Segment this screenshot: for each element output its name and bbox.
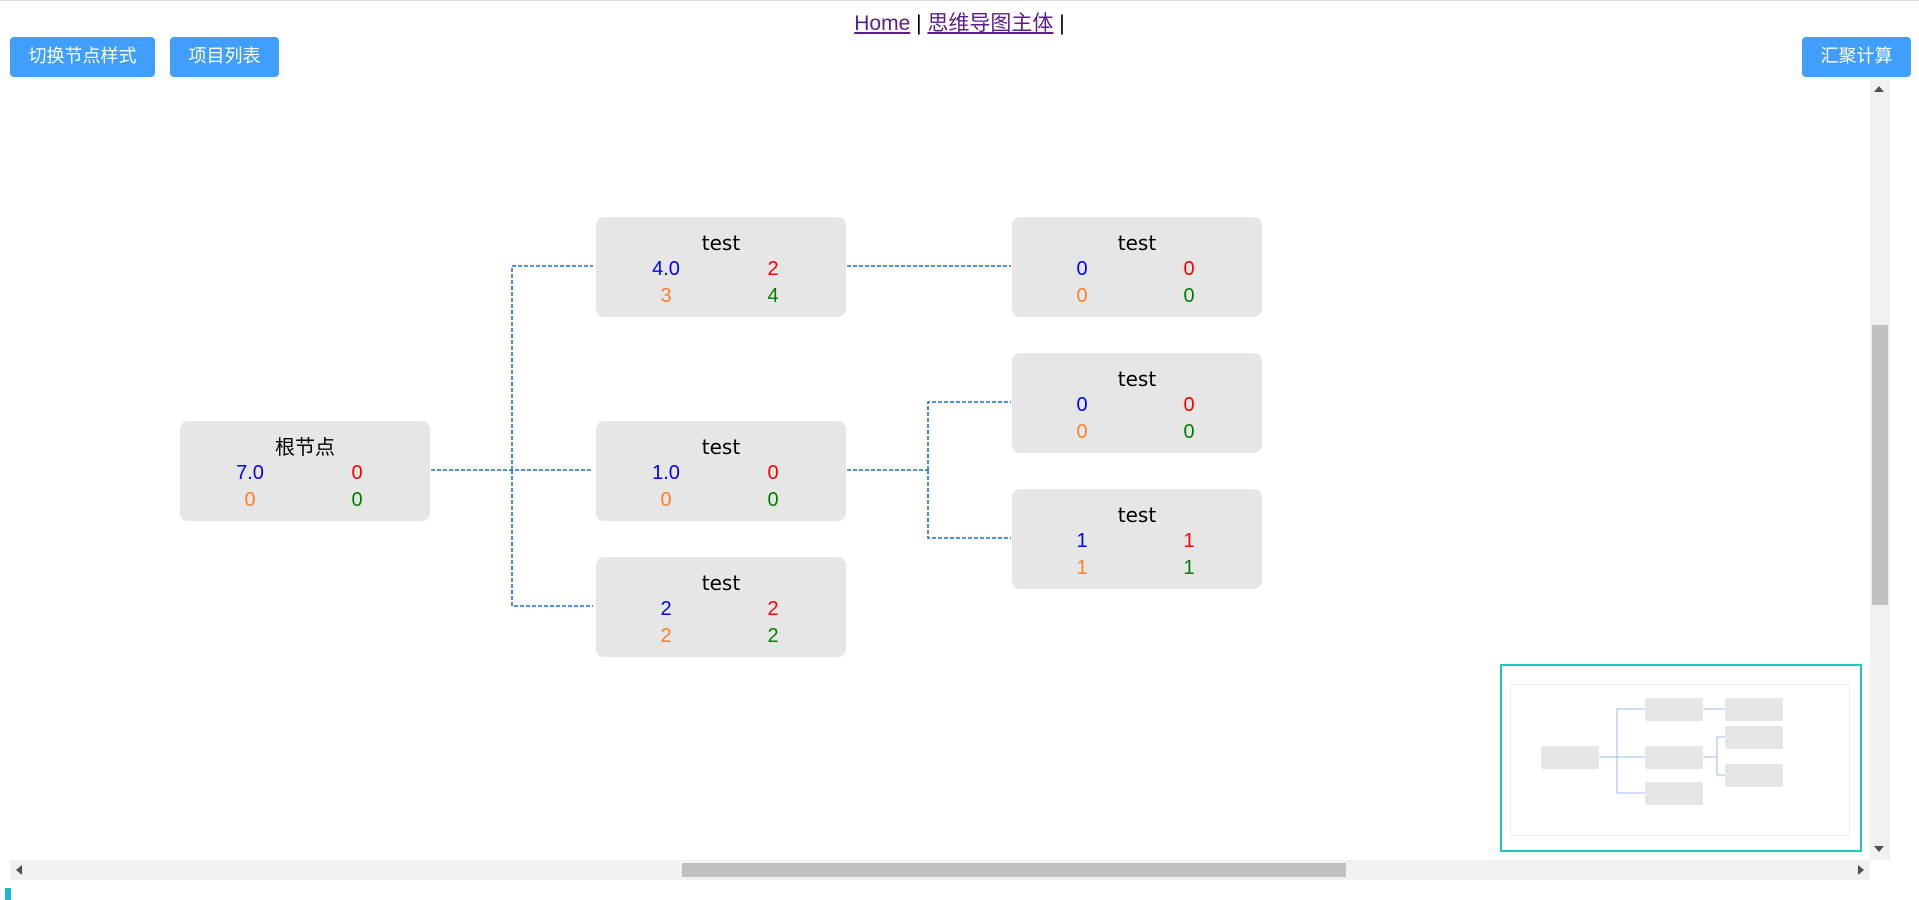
- minimap-node: [1541, 746, 1599, 769]
- minimap-node: [1645, 746, 1703, 769]
- scroll-left-icon[interactable]: [16, 865, 22, 875]
- mindmap-node[interactable]: test 4.0 2 3 4: [596, 217, 846, 317]
- minimap-node: [1725, 764, 1783, 787]
- link-n2-n2b: [927, 470, 1011, 539]
- switch-node-style-button[interactable]: 切换节点样式: [10, 37, 155, 77]
- minimap[interactable]: [1500, 664, 1862, 852]
- mindmap-node[interactable]: test 0 0 0 0: [1012, 217, 1262, 317]
- minimap-node: [1725, 698, 1783, 721]
- node-value-bottom-left: 0: [1076, 421, 1088, 443]
- minimap-node: [1645, 782, 1703, 805]
- node-value-bottom-left: 2: [660, 625, 672, 647]
- node-value-bottom-left: 0: [660, 489, 672, 511]
- node-value-bottom-right: 2: [767, 625, 779, 647]
- scroll-right-icon[interactable]: [1858, 865, 1864, 875]
- breadcrumb: Home | 思维导图主体 |: [0, 10, 1919, 38]
- mindmap-node-root[interactable]: 根节点 7.0 0 0 0: [180, 421, 430, 521]
- node-value-bottom-left: 1: [1076, 557, 1088, 579]
- aggregate-calc-button[interactable]: 汇聚计算: [1802, 37, 1911, 77]
- link-root-n1: [511, 265, 593, 470]
- node-value-bottom-right: 0: [1183, 421, 1195, 443]
- scroll-up-icon[interactable]: [1874, 86, 1884, 92]
- node-value-top-left: 0: [1076, 258, 1088, 280]
- node-value-top-right: 2: [767, 258, 779, 280]
- node-title: test: [701, 571, 741, 595]
- node-value-top-left: 1.0: [652, 462, 680, 484]
- node-value-top-right: 0: [1183, 394, 1195, 416]
- minimap-node: [1645, 698, 1703, 721]
- nav-separator: |: [1059, 12, 1065, 35]
- top-border: [0, 0, 1919, 1]
- node-value-bottom-right: 0: [351, 489, 363, 511]
- node-value-top-left: 0: [1076, 394, 1088, 416]
- node-value-top-left: 7.0: [236, 462, 264, 484]
- node-value-bottom-left: 3: [660, 285, 672, 307]
- minimap-node: [1725, 726, 1783, 749]
- project-list-button[interactable]: 项目列表: [170, 37, 279, 77]
- node-value-top-left: 4.0: [652, 258, 680, 280]
- node-value-bottom-left: 0: [1076, 285, 1088, 307]
- link-root-n3: [511, 470, 593, 607]
- link-n2-n2a: [927, 401, 1011, 470]
- mindmap-node[interactable]: test 1.0 0 0 0: [596, 421, 846, 521]
- node-title: test: [701, 435, 741, 459]
- nav-separator: |: [916, 12, 922, 35]
- node-value-top-right: 2: [767, 598, 779, 620]
- mindmap-node[interactable]: test 1 1 1 1: [1012, 489, 1262, 589]
- node-value-top-right: 0: [351, 462, 363, 484]
- node-value-bottom-right: 1: [1183, 557, 1195, 579]
- node-value-top-right: 0: [767, 462, 779, 484]
- node-value-top-left: 1: [1076, 530, 1088, 552]
- vertical-scrollbar[interactable]: [1870, 80, 1890, 860]
- mindmap-link[interactable]: 思维导图主体: [927, 12, 1053, 35]
- node-title: test: [1117, 231, 1157, 255]
- node-title: test: [701, 231, 741, 255]
- node-value-bottom-right: 0: [1183, 285, 1195, 307]
- node-value-top-left: 2: [660, 598, 672, 620]
- node-value-bottom-right: 4: [767, 285, 779, 307]
- horizontal-scrollbar[interactable]: [10, 860, 1870, 880]
- node-title: 根节点: [275, 435, 335, 459]
- horizontal-scroll-thumb[interactable]: [682, 863, 1346, 877]
- scroll-down-icon[interactable]: [1874, 846, 1884, 852]
- node-value-bottom-right: 0: [767, 489, 779, 511]
- minimap-viewport: [1510, 684, 1850, 836]
- node-title: test: [1117, 503, 1157, 527]
- node-value-top-right: 1: [1183, 530, 1195, 552]
- node-value-top-right: 0: [1183, 258, 1195, 280]
- node-value-bottom-left: 0: [244, 489, 256, 511]
- node-title: test: [1117, 367, 1157, 391]
- status-indicator: [5, 888, 11, 900]
- home-link[interactable]: Home: [854, 12, 910, 35]
- vertical-scroll-thumb[interactable]: [1872, 325, 1888, 605]
- mindmap-node[interactable]: test 2 2 2 2: [596, 557, 846, 657]
- mindmap-node[interactable]: test 0 0 0 0: [1012, 353, 1262, 453]
